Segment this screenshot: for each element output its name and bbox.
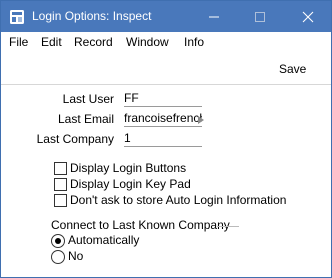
menu-edit[interactable]: Edit	[41, 35, 62, 49]
menu-info[interactable]: Info	[184, 35, 204, 49]
display-login-key-pad-label: Display Login Key Pad	[70, 177, 191, 191]
title-bar[interactable]: Login Options: Inspect	[1, 1, 331, 32]
button-bar: Save	[1, 52, 331, 85]
radio-selected-indicator	[55, 238, 61, 244]
close-button[interactable]	[285, 1, 331, 32]
last-user-label: Last User	[62, 92, 114, 106]
display-login-buttons-checkbox[interactable]	[54, 162, 67, 175]
group-divider	[217, 226, 239, 227]
window-title: Login Options: Inspect	[32, 9, 152, 23]
app-icon	[9, 9, 25, 25]
last-company-label: Last Company	[36, 132, 114, 146]
login-options-window: Login Options: Inspect File Edit Record …	[0, 0, 332, 278]
connect-group-title: Connect to Last Known Company	[51, 218, 230, 232]
field-overflow-arrow-icon	[197, 114, 205, 124]
last-company-field[interactable]: 1	[124, 131, 202, 147]
display-login-key-pad-checkbox[interactable]	[54, 178, 67, 191]
menu-record[interactable]: Record	[74, 35, 113, 49]
dont-ask-auto-login-checkbox[interactable]	[54, 194, 67, 207]
automatically-radio[interactable]	[51, 234, 65, 248]
maximize-icon	[255, 12, 265, 22]
minimize-button[interactable]	[191, 1, 237, 32]
menu-window[interactable]: Window	[126, 35, 169, 49]
last-email-label: Last Email	[57, 112, 114, 126]
last-email-field[interactable]: francoisefrench@	[124, 111, 202, 127]
last-user-field[interactable]: FF	[124, 91, 202, 107]
close-icon	[302, 11, 314, 23]
no-label: No	[68, 249, 84, 263]
display-login-buttons-label: Display Login Buttons	[70, 161, 187, 175]
maximize-button[interactable]	[237, 1, 283, 32]
dont-ask-auto-login-label: Don't ask to store Auto Login Informatio…	[70, 193, 287, 207]
automatically-label: Automatically	[68, 233, 140, 247]
minimize-icon	[209, 16, 219, 18]
save-button[interactable]: Save	[279, 62, 306, 76]
menu-file[interactable]: File	[9, 35, 28, 49]
menu-bar: File Edit Record Window Info	[1, 32, 331, 52]
no-radio[interactable]	[51, 250, 65, 264]
